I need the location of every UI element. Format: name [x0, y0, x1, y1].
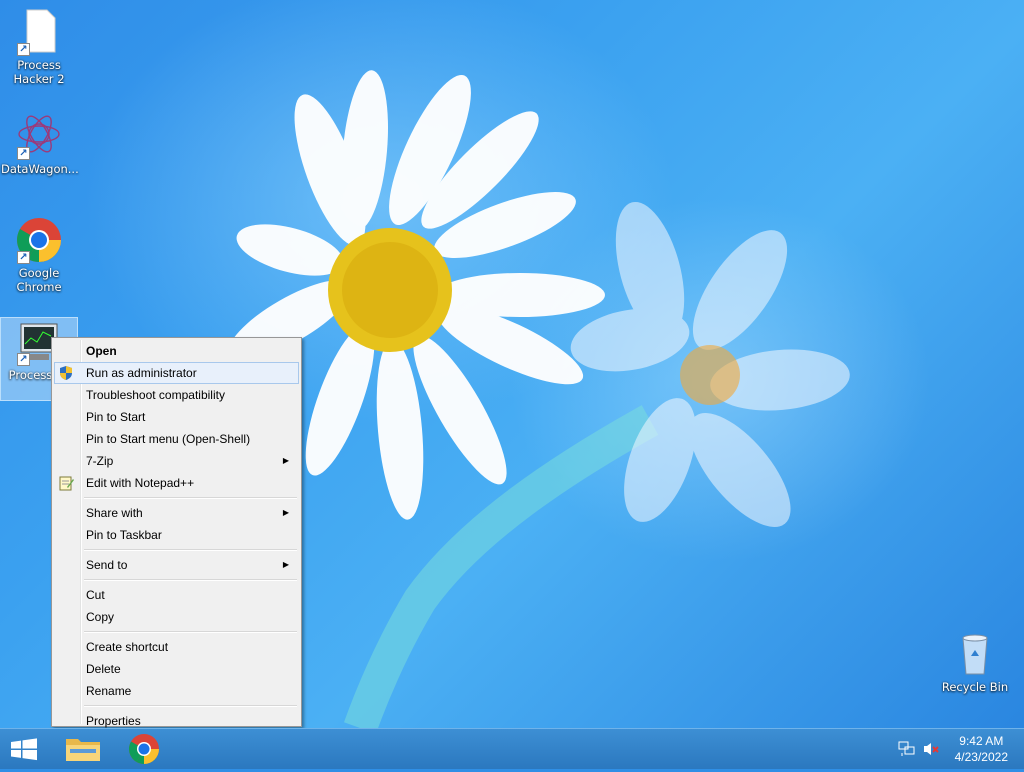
desktop-icon-process-hacker-2[interactable]: ↗ Process Hacker 2 [1, 8, 77, 86]
desktop-icon-recycle-bin[interactable]: Recycle Bin [938, 630, 1012, 694]
desktop-icon-label: DataWagon... [1, 162, 79, 176]
desktop-icon-label: Google Chrome [16, 266, 62, 294]
submenu-arrow-icon: ▶ [282, 456, 289, 465]
desktop-icon-google-chrome[interactable]: ↗ Google Chrome [1, 216, 77, 294]
menu-item-properties[interactable]: Properties [54, 710, 299, 728]
taskbar-file-explorer[interactable] [56, 729, 112, 769]
start-button[interactable] [0, 729, 48, 769]
shortcut-arrow-icon: ↗ [17, 43, 30, 56]
menu-separator [84, 579, 297, 581]
taskbar-chrome[interactable] [116, 729, 172, 769]
volume-muted-icon[interactable] [922, 741, 940, 757]
desktop-icon-label: Process Hacker 2 [13, 58, 65, 86]
menu-item-label: Run as administrator [86, 366, 197, 380]
menu-item-open[interactable]: Open [54, 340, 299, 362]
taskbar: 9:42 AM 4/23/2022 [0, 728, 1024, 769]
submenu-arrow-icon: ▶ [282, 560, 289, 569]
menu-item-pin-to-start[interactable]: Pin to Start [54, 406, 299, 428]
menu-item-label: Pin to Taskbar [86, 528, 162, 542]
submenu-arrow-icon: ▶ [282, 508, 289, 517]
menu-item-troubleshoot-compatibility[interactable]: Troubleshoot compatibility [54, 384, 299, 406]
notepadpp-icon [59, 476, 74, 491]
menu-item-pin-to-start-menu-open-shell[interactable]: Pin to Start menu (Open-Shell) [54, 428, 299, 450]
menu-item-copy[interactable]: Copy [54, 606, 299, 628]
chrome-icon: ↗ [15, 216, 63, 264]
menu-item-run-as-administrator[interactable]: Run as administrator [54, 362, 299, 384]
menu-item-create-shortcut[interactable]: Create shortcut [54, 636, 299, 658]
menu-item-label: Pin to Start [86, 410, 146, 424]
menu-item-send-to[interactable]: Send to ▶ [54, 554, 299, 576]
menu-separator [84, 549, 297, 551]
menu-separator [84, 705, 297, 707]
menu-item-label: Send to [86, 558, 128, 572]
menu-item-label: Properties [86, 714, 141, 728]
recycle-bin-icon [951, 630, 999, 678]
clock-date: 4/23/2022 [954, 750, 1008, 764]
menu-item-label: Troubleshoot compatibility [86, 388, 225, 402]
menu-separator [84, 631, 297, 633]
menu-item-label: Pin to Start menu (Open-Shell) [86, 432, 251, 446]
menu-item-share-with[interactable]: Share with ▶ [54, 502, 299, 524]
clock-time: 9:42 AM [959, 734, 1004, 748]
menu-item-label: Delete [86, 662, 121, 676]
taskbar-clock[interactable]: 9:42 AM 4/23/2022 [955, 733, 1008, 765]
desktop-icon-datawagon[interactable]: ↗ DataWagon... [1, 112, 79, 176]
shortcut-arrow-icon: ↗ [17, 353, 30, 366]
chrome-icon [128, 734, 159, 765]
menu-item-label: 7-Zip [86, 454, 114, 468]
network-icon[interactable] [898, 741, 916, 757]
menu-item-label: Share with [86, 506, 143, 520]
menu-item-cut[interactable]: Cut [54, 584, 299, 606]
context-menu: Open Run as administrator Troubleshoot c… [51, 337, 302, 728]
shortcut-arrow-icon: ↗ [17, 147, 30, 160]
windows-logo-icon [11, 738, 37, 761]
uac-shield-icon [60, 366, 72, 380]
menu-item-label: Edit with Notepad++ [86, 476, 195, 490]
desktop[interactable]: ↗ Process Hacker 2 ↗ DataWagon... ↗ Goog… [0, 0, 1024, 728]
menu-item-label: Create shortcut [86, 640, 169, 654]
datawagon-icon: ↗ [15, 112, 63, 160]
menu-separator [84, 497, 297, 499]
menu-item-edit-with-notepadpp[interactable]: Edit with Notepad++ [54, 472, 299, 494]
menu-item-pin-to-taskbar[interactable]: Pin to Taskbar [54, 524, 299, 546]
blank-file-icon: ↗ [15, 8, 63, 56]
desktop-icon-label: Recycle Bin [941, 680, 1009, 694]
menu-item-label: Rename [86, 684, 132, 698]
file-explorer-icon [66, 739, 100, 761]
menu-item-delete[interactable]: Delete [54, 658, 299, 680]
menu-item-label: Open [86, 344, 117, 358]
menu-item-label: Copy [86, 610, 115, 624]
menu-item-rename[interactable]: Rename [54, 680, 299, 702]
menu-item-7zip[interactable]: 7-Zip ▶ [54, 450, 299, 472]
menu-item-label: Cut [86, 588, 105, 602]
shortcut-arrow-icon: ↗ [17, 251, 30, 264]
